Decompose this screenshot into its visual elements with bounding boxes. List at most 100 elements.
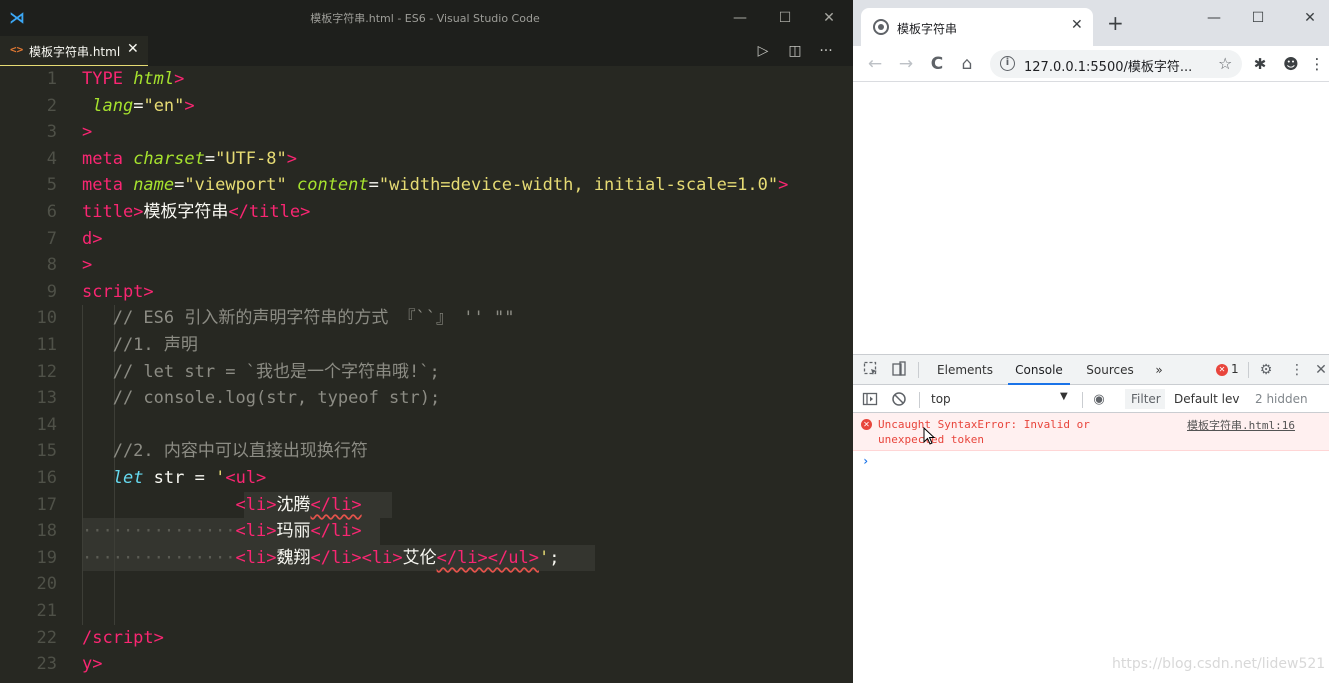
inspect-element-icon[interactable] (862, 361, 880, 379)
home-icon[interactable]: ⌂ (955, 52, 979, 76)
code-line[interactable]: 20 (0, 571, 853, 598)
close-tab-icon[interactable]: ✕ (1071, 17, 1083, 33)
more-tabs-icon[interactable]: » (1149, 355, 1169, 385)
code-token: <ul> (225, 468, 267, 488)
code-line[interactable]: 10 // ES6 引入新的声明字符串的方式 『``』 '' "" (0, 305, 853, 332)
code-line[interactable]: 21 (0, 598, 853, 625)
line-number: 22 (36, 627, 57, 648)
context-label: top (931, 392, 951, 406)
code-line[interactable]: 1 TYPE html> (0, 66, 853, 93)
code-text: lang="en"> (82, 93, 195, 120)
info-icon[interactable]: i (1000, 56, 1015, 71)
profile-avatar-icon[interactable]: ☻ (1279, 52, 1303, 76)
code-line[interactable]: 16 let str = '<ul> (0, 465, 853, 492)
code-text: //2. 内容中可以直接出现换行符 (82, 438, 368, 465)
error-count[interactable]: 1 (1231, 362, 1239, 376)
chrome-minimize-button[interactable]: — (1192, 4, 1236, 32)
mouse-cursor-icon (923, 427, 936, 445)
code-line[interactable]: 22/script> (0, 625, 853, 652)
vscode-tabbar: <> 模板字符串.html ✕ ▷ ◫ ··· (0, 36, 853, 66)
code-line[interactable]: 17 <li>沈腾</li> (0, 491, 853, 519)
code-line[interactable]: 6 title>模板字符串</title> (0, 199, 853, 226)
code-text: // let str = `我也是一个字符串哦!`; (82, 359, 440, 386)
editor-tab[interactable]: <> 模板字符串.html ✕ (0, 36, 148, 66)
code-token: title (82, 202, 134, 222)
tab-console[interactable]: Console (1008, 355, 1070, 385)
code-line[interactable]: 7 d> (0, 226, 853, 253)
dropdown-arrow-icon: ▼ (1060, 391, 1068, 402)
forward-icon[interactable]: → (894, 52, 918, 76)
split-editor-icon[interactable]: ◫ (785, 41, 805, 61)
code-line[interactable]: 2 lang="en"> (0, 93, 853, 120)
code-text: <li>沈腾</li> (82, 492, 362, 519)
error-badge-icon[interactable]: ✕ (1216, 364, 1228, 376)
filter-input[interactable]: Filter (1125, 389, 1165, 409)
clear-console-icon[interactable] (890, 391, 908, 409)
devtools-menu-icon[interactable]: ⋮ (1288, 361, 1306, 379)
code-token: ··············· (82, 521, 236, 542)
code-line[interactable]: 9 script> (0, 279, 853, 306)
log-levels-dropdown[interactable]: Default lev (1174, 392, 1239, 406)
console-prompt[interactable]: › (862, 454, 869, 468)
code-line[interactable]: 18 ···············<li>玛丽</li> (0, 518, 853, 545)
back-icon[interactable]: ← (863, 52, 887, 76)
browser-tab[interactable]: 模板字符串 ✕ (861, 8, 1093, 46)
code-token: </li> (310, 521, 362, 542)
code-line[interactable]: 8 > (0, 252, 853, 279)
code-line[interactable]: 12 // let str = `我也是一个字符串哦!`; (0, 358, 853, 386)
code-token: > (286, 148, 297, 169)
code-line[interactable]: 14 (0, 411, 853, 439)
context-selector[interactable]: top ▼ (928, 385, 1076, 413)
code-token: /script> (82, 627, 164, 648)
code-line[interactable]: 19 ···············<li>魏翔</li><li>艾伦</li><… (0, 544, 853, 572)
devtools-close-icon[interactable]: ✕ (1313, 361, 1329, 379)
code-line[interactable]: 13 // console.log(str, typeof str); (0, 385, 853, 412)
vscode-close-button[interactable]: ✕ (806, 0, 852, 36)
tab-elements[interactable]: Elements (934, 355, 996, 385)
settings-gear-icon[interactable]: ⚙ (1257, 361, 1275, 379)
chrome-menu-icon[interactable]: ⋮ (1308, 52, 1326, 76)
close-tab-icon[interactable]: ✕ (127, 41, 139, 57)
line-number: 7 (46, 228, 57, 249)
code-line[interactable]: 15 //2. 内容中可以直接出现换行符 (0, 438, 853, 465)
indent-guide (82, 571, 83, 598)
chrome-tabstrip: 模板字符串 ✕ + — ☐ ✕ (853, 0, 1329, 46)
extensions-puzzle-icon[interactable]: ✱ (1248, 52, 1272, 76)
code-token: 玛丽 (276, 521, 311, 542)
error-source-link[interactable]: 模板字符串.html:16 (1187, 417, 1295, 433)
code-token: > (184, 95, 195, 116)
run-icon[interactable]: ▷ (753, 41, 773, 61)
code-token: d> (82, 228, 103, 249)
more-actions-icon[interactable]: ··· (816, 41, 836, 61)
code-token: </li><li> (310, 547, 403, 568)
code-line[interactable]: 5 meta name="viewport" content="width=dev… (0, 172, 853, 199)
sidebar-toggle-icon[interactable] (861, 391, 879, 409)
line-number: 6 (46, 202, 57, 222)
vscode-maximize-button[interactable]: ☐ (762, 0, 808, 36)
address-url: 127.0.0.1:5500/模板字符... (1024, 60, 1193, 75)
code-token: "UTF-8" (215, 148, 287, 169)
code-line[interactable]: 3 > (0, 119, 853, 146)
code-line[interactable]: 23 y> (0, 651, 853, 678)
line-number: 17 (36, 494, 57, 515)
line-number: 16 (36, 468, 57, 488)
code-text: y> (82, 651, 102, 678)
address-bar[interactable]: i 127.0.0.1:5500/模板字符... ☆ (990, 50, 1242, 78)
code-token: "en" (143, 95, 185, 116)
page-viewport (853, 82, 1329, 354)
code-editor[interactable]: 1 TYPE html> 2 lang="en"> 3 >4 meta charset="… (0, 66, 853, 683)
vscode-minimize-button[interactable]: — (717, 0, 763, 36)
tab-sources[interactable]: Sources (1081, 355, 1139, 385)
reload-icon[interactable]: C (925, 52, 949, 76)
eye-icon[interactable]: ◉ (1090, 391, 1108, 409)
new-tab-button[interactable]: + (1107, 13, 1124, 33)
device-toolbar-icon[interactable] (890, 361, 908, 379)
code-token: <li> (235, 521, 277, 542)
code-line[interactable]: 4 meta charset="UTF-8"> (0, 146, 853, 173)
code-line[interactable]: 11 //1. 声明 (0, 332, 853, 359)
divider (1082, 392, 1083, 408)
code-token: </title> (228, 202, 311, 222)
chrome-maximize-button[interactable]: ☐ (1236, 4, 1280, 32)
bookmark-star-icon[interactable]: ☆ (1218, 54, 1232, 73)
chrome-close-button[interactable]: ✕ (1291, 4, 1329, 32)
